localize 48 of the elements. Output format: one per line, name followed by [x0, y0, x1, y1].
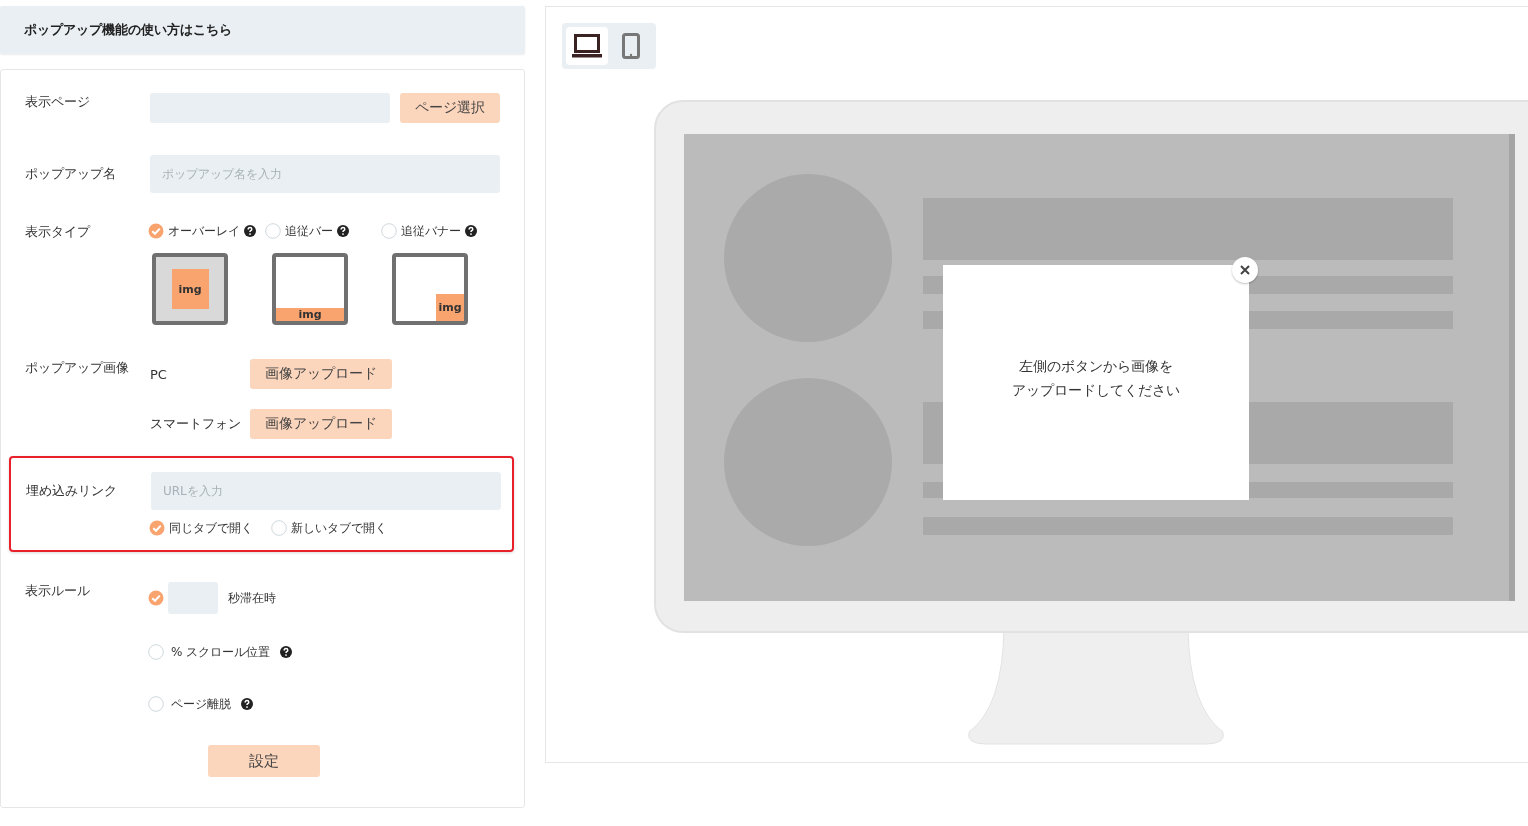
field-label: 表示タイプ: [25, 223, 92, 241]
help-icon[interactable]: [241, 698, 253, 710]
field-label: 埋め込みリンク: [26, 482, 118, 500]
field-label: 表示ルール: [25, 582, 91, 600]
overlay-layout-thumbnail[interactable]: img: [152, 253, 228, 325]
image-label: img: [276, 308, 344, 321]
radio-button[interactable]: [148, 223, 164, 239]
help-icon[interactable]: [244, 225, 256, 237]
image-label: img: [436, 294, 464, 321]
close-icon: [1240, 265, 1250, 275]
rule-option[interactable]: ページ離脱: [148, 696, 231, 712]
device-label: PC: [150, 366, 168, 382]
help-header[interactable]: ポップアップ機能の使い方はこちら: [0, 6, 525, 54]
popup-name-field[interactable]: ポップアップ名を入力: [150, 155, 500, 193]
image-label: img: [171, 269, 209, 309]
popup-message: 左側のボタンから画像を アップロードしてください: [1012, 356, 1180, 400]
radio-button[interactable]: [271, 520, 287, 536]
checkbox[interactable]: [148, 644, 164, 660]
help-header-title[interactable]: ポップアップ機能の使い方はこちら: [24, 21, 232, 39]
image-upload-button[interactable]: 画像アップロード: [250, 359, 392, 389]
rule-option[interactable]: % スクロール位置: [148, 644, 271, 660]
display-type-option[interactable]: 追従バナー: [381, 223, 462, 239]
link-target-option[interactable]: 新しいタブで開く: [271, 520, 387, 536]
banner-layout-thumbnail[interactable]: img: [392, 253, 468, 325]
field-label: ポップアップ名: [25, 165, 117, 183]
page-select-button[interactable]: ページ選択: [400, 93, 500, 123]
image-upload-button[interactable]: 画像アップロード: [250, 409, 392, 439]
checkbox[interactable]: [148, 696, 164, 712]
rule-label: 秒滞在時: [228, 589, 276, 607]
display-type-option[interactable]: オーバーレイ: [148, 223, 240, 239]
help-icon[interactable]: [280, 646, 293, 658]
radio-button[interactable]: [264, 223, 281, 239]
help-icon[interactable]: [465, 225, 478, 237]
checkbox[interactable]: [148, 590, 164, 606]
help-icon[interactable]: [336, 225, 349, 237]
laptop-icon: [572, 34, 602, 58]
radio-button[interactable]: [149, 520, 165, 536]
url-field[interactable]: URLを入力: [151, 472, 501, 510]
link-target-option[interactable]: 同じタブで開く: [149, 520, 253, 536]
field-label: ポップアップ画像: [25, 359, 130, 377]
save-button[interactable]: 設定: [208, 745, 320, 777]
bar-layout-thumbnail[interactable]: img: [272, 253, 348, 325]
display-type-option[interactable]: 追従バー: [264, 223, 333, 239]
laptop-view-button[interactable]: [566, 27, 608, 65]
radio-button[interactable]: [381, 223, 398, 239]
field-label: 表示ページ: [25, 93, 91, 111]
device-label: スマートフォン: [150, 415, 242, 433]
tablet-icon: [622, 33, 640, 59]
